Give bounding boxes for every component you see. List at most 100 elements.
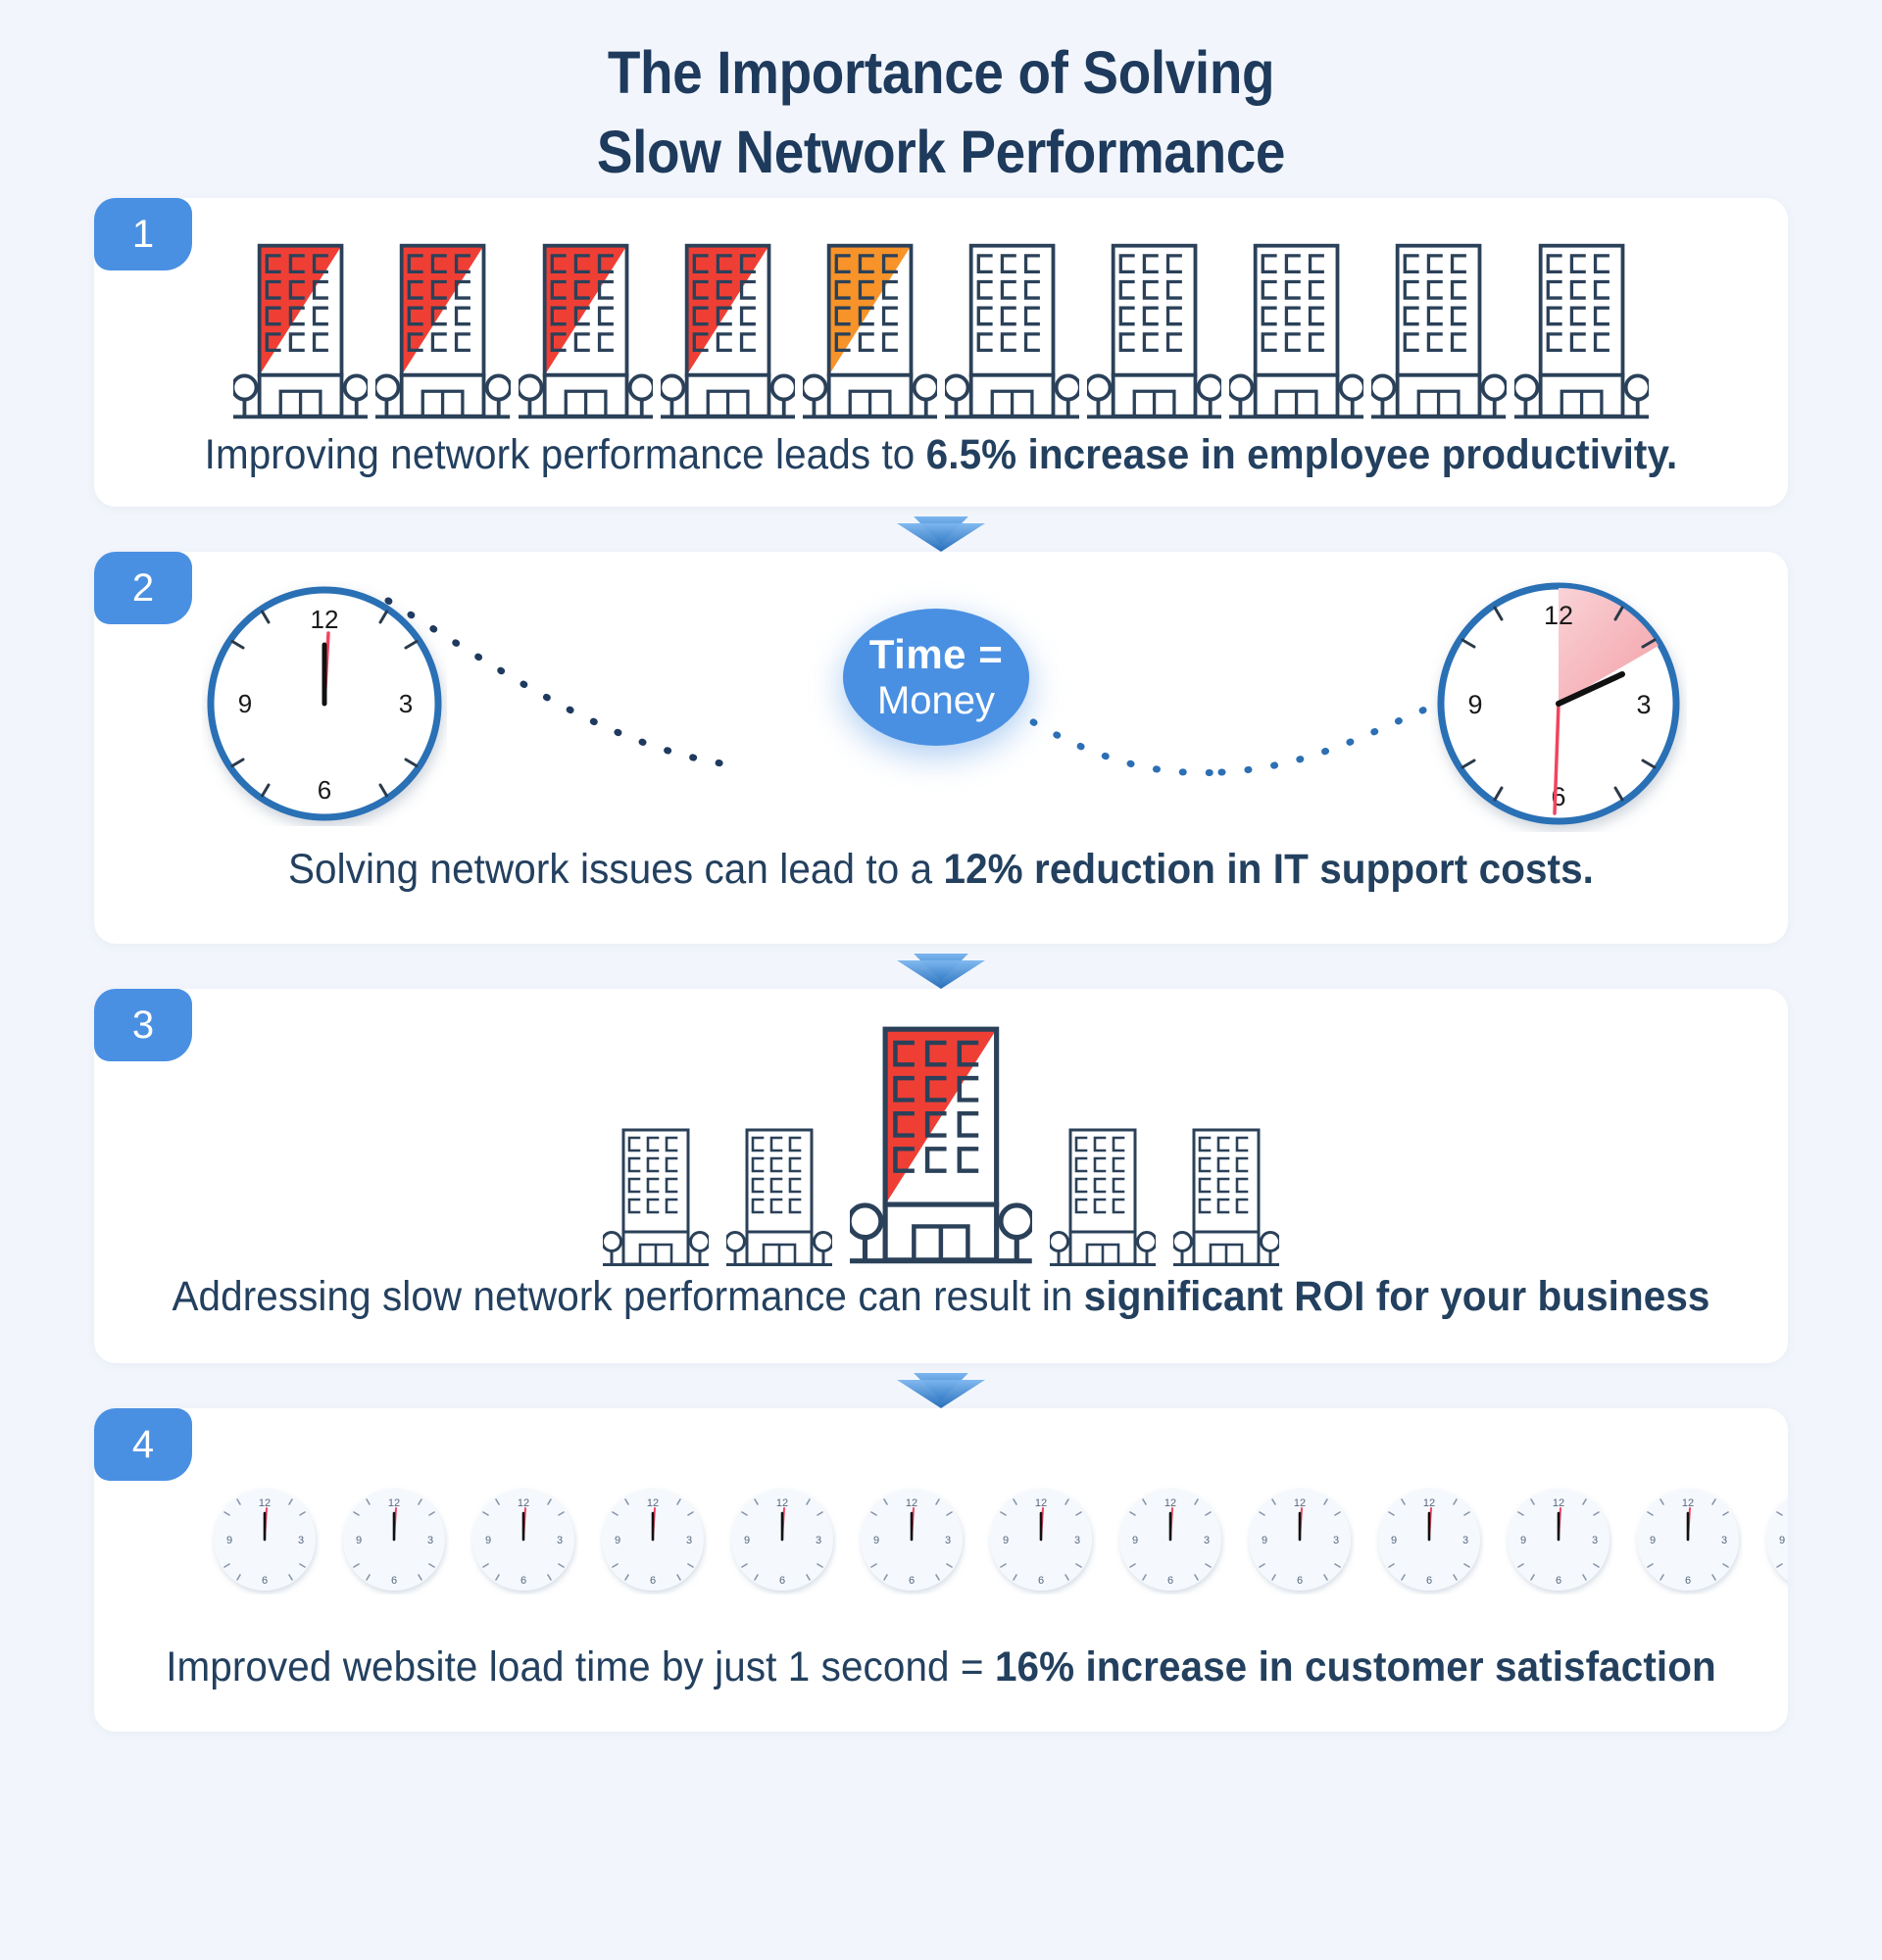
small-clock-icon: 12 3 6 9 (1119, 1489, 1221, 1592)
svg-text:9: 9 (1132, 1535, 1138, 1546)
building-icon (1513, 244, 1649, 419)
building-icon (1087, 244, 1222, 419)
small-clock-12: 12 3 6 9 (1633, 1485, 1743, 1594)
svg-text:12: 12 (1553, 1497, 1564, 1509)
small-clock-5: 12 3 6 9 (727, 1485, 837, 1594)
svg-text:6: 6 (1685, 1575, 1691, 1587)
svg-text:9: 9 (1467, 690, 1482, 719)
svg-text:12: 12 (1164, 1497, 1176, 1509)
svg-text:3: 3 (1204, 1535, 1210, 1546)
svg-text:3: 3 (1592, 1535, 1598, 1546)
building-5 (802, 233, 937, 422)
svg-text:3: 3 (1074, 1535, 1080, 1546)
buildings-row-step3 (94, 1012, 1788, 1268)
svg-text:6: 6 (1167, 1575, 1173, 1587)
building-4 (1049, 1120, 1156, 1269)
double-chevron-down-icon (897, 954, 985, 990)
building-8 (1229, 233, 1364, 422)
building-icon (1172, 1128, 1279, 1266)
svg-text:12: 12 (1035, 1497, 1047, 1509)
small-clock-icon: 12 3 6 9 (1637, 1489, 1739, 1592)
caption-plain-3: Addressing slow network performance can … (172, 1273, 1084, 1321)
double-chevron-down-icon (897, 1373, 985, 1409)
building-5 (1172, 1120, 1279, 1269)
connector-1-2 (94, 507, 1788, 553)
svg-text:6: 6 (1556, 1575, 1561, 1587)
small-clock-icon: 12 3 6 9 (1766, 1497, 1788, 1582)
building-7 (1087, 233, 1222, 422)
svg-text:12: 12 (1544, 601, 1573, 630)
caption-plain-1: Improving network performance leads to (204, 431, 926, 479)
svg-text:9: 9 (1391, 1535, 1397, 1546)
building-icon (1049, 1128, 1156, 1266)
small-clock-icon: 12 3 6 9 (343, 1489, 445, 1592)
small-clock-10: 12 3 6 9 (1374, 1485, 1484, 1594)
small-clock-icon: 12 3 6 9 (1249, 1489, 1351, 1592)
clock-left: 12 3 6 9 (202, 581, 447, 826)
small-clock-8: 12 3 6 9 (1115, 1485, 1225, 1594)
title-line-1: The Importance of Solving (607, 39, 1275, 106)
small-clock-4: 12 3 6 9 (598, 1485, 708, 1594)
infographic-page: The Importance of Solving Slow Network P… (0, 0, 1882, 1960)
svg-text:12: 12 (1423, 1497, 1435, 1509)
svg-text:3: 3 (427, 1535, 433, 1546)
caption-bold-3: significant ROI for your business (1083, 1273, 1710, 1321)
small-clock-1: 12 3 6 9 (210, 1485, 320, 1594)
svg-text:3: 3 (816, 1535, 821, 1546)
building-1 (233, 233, 369, 422)
svg-text:6: 6 (391, 1575, 397, 1587)
building-icon (850, 1026, 1032, 1264)
svg-text:6: 6 (1038, 1575, 1044, 1587)
small-clock-13: 12 3 6 9 (1762, 1485, 1788, 1594)
svg-text:3: 3 (1721, 1535, 1727, 1546)
bubble-line-2: Money (876, 679, 996, 723)
svg-text:6: 6 (262, 1575, 268, 1587)
small-clock-icon: 12 3 6 9 (472, 1489, 574, 1592)
step-card-1: 1 Improving network performance leads to… (94, 198, 1788, 508)
svg-text:12: 12 (388, 1497, 400, 1509)
svg-text:6: 6 (1426, 1575, 1432, 1587)
svg-text:12: 12 (776, 1497, 788, 1509)
small-clock-icon: 12 3 6 9 (731, 1489, 833, 1592)
small-clock-icon: 12 3 6 9 (1378, 1489, 1480, 1592)
building-3 (518, 233, 653, 422)
building-icon (233, 244, 369, 419)
small-clock-3: 12 3 6 9 (469, 1485, 578, 1594)
building-2 (375, 233, 511, 422)
svg-text:6: 6 (1297, 1575, 1303, 1587)
svg-text:9: 9 (226, 1535, 232, 1546)
clocks-row-step4: 12 3 6 9 12 3 6 9 12 3 6 9 12 3 6 9 12 3… (210, 1485, 1788, 1594)
svg-text:9: 9 (1779, 1535, 1785, 1546)
connector-3-4 (94, 1363, 1788, 1409)
svg-text:3: 3 (686, 1535, 692, 1546)
small-clock-9: 12 3 6 9 (1245, 1485, 1355, 1594)
svg-text:12: 12 (906, 1497, 917, 1509)
svg-text:9: 9 (485, 1535, 491, 1546)
double-chevron-down-icon (897, 516, 985, 553)
svg-text:9: 9 (744, 1535, 750, 1546)
small-clock-icon: 12 3 6 9 (1508, 1489, 1610, 1592)
svg-text:3: 3 (399, 689, 413, 718)
step-caption-4: Improved website load time by just 1 sec… (145, 1643, 1737, 1691)
svg-text:3: 3 (1636, 690, 1651, 719)
svg-text:9: 9 (1650, 1535, 1656, 1546)
building-3 (850, 1012, 1032, 1268)
building-icon (375, 244, 511, 419)
svg-text:9: 9 (356, 1535, 362, 1546)
building-icon (945, 244, 1080, 419)
connector-2-3 (94, 944, 1788, 990)
svg-text:9: 9 (1520, 1535, 1526, 1546)
step-caption-1: Improving network performance leads to 6… (145, 431, 1737, 479)
building-10 (1513, 233, 1649, 422)
building-6 (945, 233, 1080, 422)
steps-stack: 1 Improving network performance leads to… (0, 198, 1882, 1733)
svg-text:6: 6 (318, 775, 331, 805)
building-icon (660, 244, 795, 419)
time-equals-money-bubble: Time = Money (843, 609, 1029, 747)
building-icon (1371, 244, 1507, 419)
svg-text:3: 3 (557, 1535, 563, 1546)
small-clock-7: 12 3 6 9 (986, 1485, 1096, 1594)
bubble-line-1: Time = (868, 631, 1004, 678)
building-2 (726, 1120, 833, 1269)
title-line-2: Slow Network Performance (596, 119, 1286, 186)
